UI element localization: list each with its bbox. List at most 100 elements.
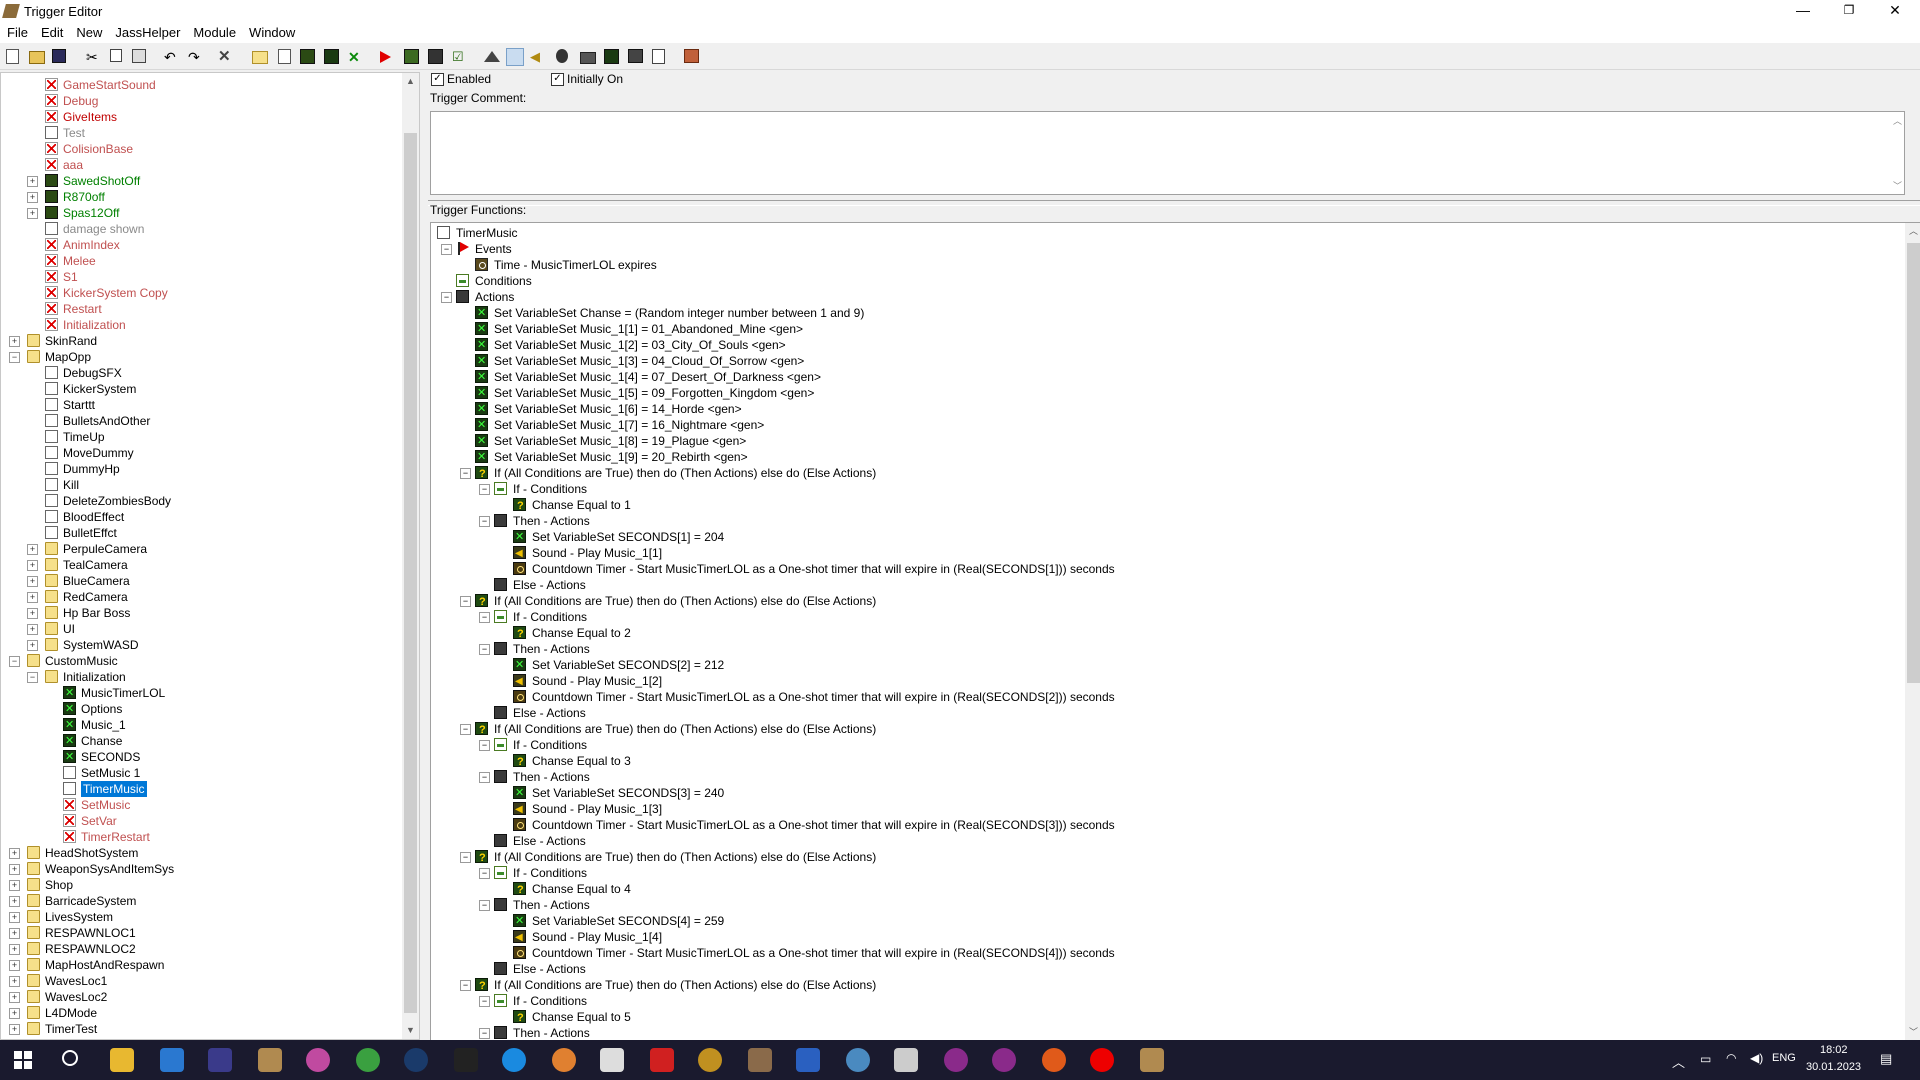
steam-icon[interactable] <box>404 1048 428 1072</box>
tree-item[interactable]: + SkinRand <box>1 333 401 349</box>
tree-item[interactable]: DebugSFX <box>1 365 401 381</box>
tree-item[interactable]: SetMusic <box>1 797 401 813</box>
globe-app-icon[interactable] <box>846 1048 870 1072</box>
expand-icon[interactable]: + <box>27 608 38 619</box>
expand-icon[interactable]: + <box>9 928 20 939</box>
tree-item[interactable]: Test <box>1 125 401 141</box>
function-row[interactable]: Set VariableSet Music_1[2] = 03_City_Of_… <box>431 337 1891 353</box>
tree-item[interactable]: + RESPAWNLOC2 <box>1 941 401 957</box>
function-row[interactable]: − If - Conditions <box>431 865 1891 881</box>
tree-item[interactable]: + Spas12Off <box>1 205 401 221</box>
function-row[interactable]: − If - Conditions <box>431 993 1891 1009</box>
tree-item[interactable]: Initialization <box>1 317 401 333</box>
function-row[interactable]: Sound - Play Music_1[2] <box>431 673 1891 690</box>
menu-edit[interactable]: Edit <box>34 23 69 40</box>
tree-item[interactable]: + Shop <box>1 877 401 893</box>
collapse-icon[interactable]: − <box>9 656 20 667</box>
trigger-editor-taskbar-icon[interactable] <box>1140 1048 1164 1072</box>
tree-item[interactable]: BulletsAndOther <box>1 413 401 429</box>
floppy-app-icon[interactable] <box>208 1048 232 1072</box>
search-icon[interactable] <box>62 1050 78 1066</box>
menu-jasshelper[interactable]: JassHelper <box>108 23 186 40</box>
tree-item[interactable]: DummyHp <box>1 461 401 477</box>
function-row[interactable]: Set VariableSet Music_1[1] = 01_Abandone… <box>431 321 1891 337</box>
notifications-icon[interactable]: ▤ <box>1880 1051 1892 1067</box>
tree-item[interactable]: TimeUp <box>1 429 401 445</box>
function-row[interactable]: Countdown Timer - Start MusicTimerLOL as… <box>431 689 1891 705</box>
scroll-up-arrow-icon[interactable]: ▲ <box>402 73 419 90</box>
menu-window[interactable]: Window <box>242 23 301 40</box>
tree-item[interactable]: + Hp Bar Boss <box>1 605 401 621</box>
expand-icon[interactable]: + <box>27 192 38 203</box>
tree-item[interactable]: Kill <box>1 477 401 493</box>
initially-on-checkbox[interactable]: ✓ <box>551 73 564 86</box>
comment-scroll-down-icon[interactable]: ﹀ <box>1893 179 1902 192</box>
function-row[interactable]: Set VariableSet SECONDS[3] = 240 <box>431 785 1891 801</box>
flag-app-icon[interactable] <box>796 1048 820 1072</box>
collapse-icon[interactable]: − <box>460 596 471 607</box>
function-row[interactable]: Else - Actions <box>431 705 1891 721</box>
collapse-icon[interactable]: − <box>479 516 490 527</box>
open-folder-icon[interactable] <box>29 51 45 64</box>
function-row[interactable]: Chanse Equal to 5 <box>431 1009 1891 1026</box>
copy-icon[interactable] <box>110 49 122 62</box>
expand-icon[interactable]: + <box>9 992 20 1003</box>
battlenet-icon[interactable] <box>502 1048 526 1072</box>
file-explorer-icon[interactable] <box>110 1048 134 1072</box>
tree-item[interactable]: MusicTimerLOL <box>1 685 401 701</box>
new-trigger-comment-icon[interactable] <box>300 49 315 64</box>
expand-icon[interactable]: + <box>27 544 38 555</box>
maximize-button[interactable]: ❐ <box>1826 0 1872 23</box>
mail-icon[interactable] <box>160 1048 184 1072</box>
functions-scrollbar[interactable]: ︿ ﹀ <box>1905 223 1920 1041</box>
tree-item[interactable]: + R870off <box>1 189 401 205</box>
wifi-icon[interactable]: ◠ <box>1726 1051 1736 1065</box>
tree-item[interactable]: + LivesSystem <box>1 909 401 925</box>
function-row[interactable]: Countdown Timer - Start MusicTimerLOL as… <box>431 561 1891 577</box>
expand-icon[interactable]: + <box>9 1024 20 1035</box>
expand-icon[interactable]: + <box>9 864 20 875</box>
delete-icon[interactable]: ✕ <box>218 49 234 65</box>
undo-icon[interactable]: ↶ <box>164 49 180 65</box>
tree-item[interactable]: S1 <box>1 269 401 285</box>
function-row[interactable]: Countdown Timer - Start MusicTimerLOL as… <box>431 945 1891 961</box>
warcraft-icon[interactable] <box>698 1048 722 1072</box>
collapse-icon[interactable]: − <box>460 724 471 735</box>
collapse-icon[interactable]: − <box>441 292 452 303</box>
tree-item[interactable]: − CustomMusic <box>1 653 401 669</box>
tree-item[interactable]: Restart <box>1 301 401 317</box>
utorrent-icon[interactable] <box>356 1048 380 1072</box>
expand-icon[interactable]: + <box>9 848 20 859</box>
object-editor-icon[interactable] <box>556 49 568 63</box>
tree-item[interactable]: BulletEffct <box>1 525 401 541</box>
function-row[interactable]: Chanse Equal to 1 <box>431 497 1891 514</box>
tree-item[interactable]: + L4DMode <box>1 1005 401 1021</box>
tree-item[interactable]: MoveDummy <box>1 445 401 461</box>
tree-item[interactable]: + SystemWASD <box>1 637 401 653</box>
expand-icon[interactable]: + <box>9 880 20 891</box>
scroll-down-arrow-icon[interactable]: ▼ <box>402 1022 419 1039</box>
cube-app-icon[interactable] <box>600 1048 624 1072</box>
expand-icon[interactable]: + <box>9 896 20 907</box>
new-icon[interactable] <box>6 49 19 64</box>
expand-icon[interactable]: + <box>9 912 20 923</box>
tree-item[interactable]: damage shown <box>1 221 401 237</box>
tree-item[interactable]: ColisionBase <box>1 141 401 157</box>
import-manager-icon[interactable] <box>652 49 665 64</box>
enabled-checkbox[interactable]: ✓ <box>431 73 444 86</box>
functions-scroll-down-icon[interactable]: ﹀ <box>1905 1024 1920 1041</box>
tree-item[interactable]: GiveItems <box>1 109 401 125</box>
opera-icon[interactable] <box>1090 1048 1114 1072</box>
paste-icon[interactable] <box>132 49 146 63</box>
trigger-functions-tree[interactable]: TimerMusic − Events Time - MusicTimerLOL ex… <box>430 222 1920 1042</box>
function-row[interactable]: Sound - Play Music_1[3] <box>431 801 1891 818</box>
tree-item[interactable]: Melee <box>1 253 401 269</box>
collapse-icon[interactable]: − <box>479 772 490 783</box>
function-row[interactable]: Set VariableSet SECONDS[1] = 204 <box>431 529 1891 545</box>
tree-item[interactable]: − MapOpp <box>1 349 401 365</box>
tree-item[interactable]: + WeaponSysAndItemSys <box>1 861 401 877</box>
drop-app-icon[interactable] <box>306 1048 330 1072</box>
test-map-icon[interactable] <box>684 49 699 63</box>
start-icon[interactable] <box>14 1051 32 1069</box>
collapse-icon[interactable]: − <box>479 644 490 655</box>
